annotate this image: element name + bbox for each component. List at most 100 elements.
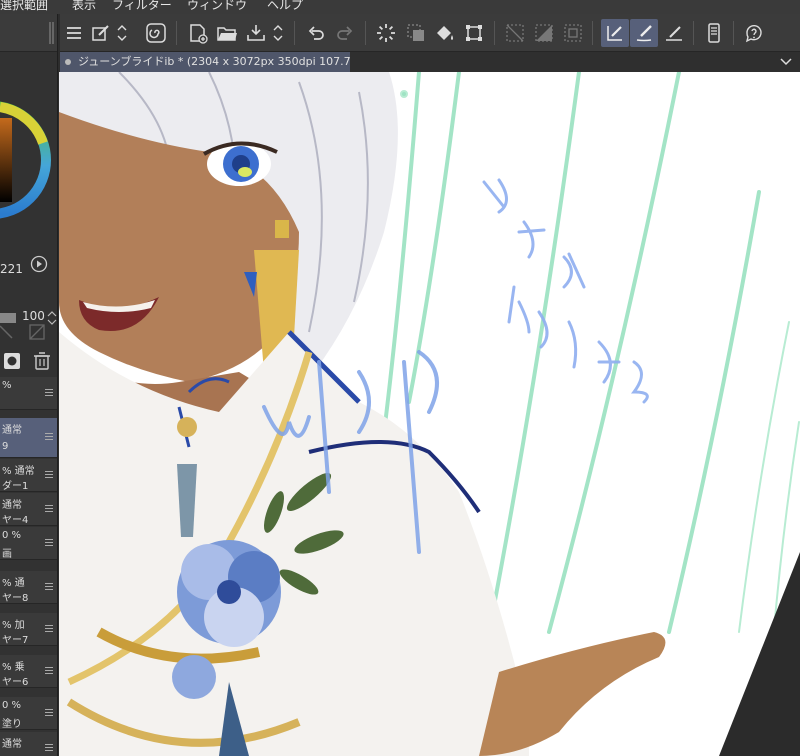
selection-button[interactable]	[559, 19, 587, 47]
menu-button[interactable]	[60, 19, 88, 47]
layer-item-selected[interactable]: 通常 9	[0, 418, 57, 458]
layer-tools	[0, 350, 57, 374]
brush-tool-icon	[636, 25, 652, 42]
artwork	[59, 72, 800, 756]
color-wheel[interactable]	[0, 76, 52, 244]
layer-menu-icon[interactable]	[45, 583, 53, 591]
layer-item[interactable]: 通常 ヤー4	[0, 493, 57, 526]
undo-icon	[308, 26, 324, 40]
layer-blend-label: 通常	[2, 425, 22, 436]
invert-selection-button[interactable]	[530, 19, 558, 47]
layer-blend-label: % 通	[2, 578, 25, 589]
new-file-button[interactable]	[184, 19, 212, 47]
loading-icon	[377, 24, 395, 42]
layer-item[interactable]: 0 % 画	[0, 527, 57, 560]
menu-selection[interactable]: 選択範囲	[0, 0, 48, 12]
play-icon[interactable]	[30, 255, 48, 273]
menu-view[interactable]: 表示	[72, 0, 96, 12]
layer-item[interactable]: % 通 ヤー8	[0, 571, 57, 604]
layer-name: ヤー6	[2, 677, 29, 688]
new-file-icon	[190, 24, 208, 44]
layer-item[interactable]: % 加 ヤー7	[0, 613, 57, 646]
stepper-button[interactable]	[270, 19, 286, 47]
layer-name: 塗り	[2, 719, 22, 730]
device-icon	[708, 23, 720, 43]
pen-tool-button[interactable]	[601, 19, 629, 47]
layer-menu-icon[interactable]	[45, 539, 53, 547]
layer-name: ヤー4	[2, 515, 29, 526]
document-tab-title: ジューンブライドib * (2304 x 3072px 350dpi 107.7…	[78, 55, 350, 68]
edit-icon	[92, 25, 109, 41]
spiral-icon	[146, 23, 166, 43]
panel-grip-icon[interactable]	[49, 22, 55, 44]
layer-menu-icon[interactable]	[45, 389, 53, 397]
left-panel: 221 100 % 通常 9 % 通常 ダー1 通常 ヤー4 0 % 画 % 通…	[0, 14, 58, 756]
menu-bar: 選択範囲 表示 フィルター ウィンドウ ヘルプ	[0, 0, 800, 14]
document-tab-bar: ジューンブライドib * (2304 x 3072px 350dpi 107.7…	[60, 52, 800, 72]
layer-menu-icon[interactable]	[45, 709, 53, 717]
layer-name: ヤー8	[2, 593, 29, 604]
layer-blend-label: 0 %	[2, 530, 22, 541]
layer-blend-label: %	[2, 380, 12, 391]
brush-tool-button[interactable]	[630, 19, 658, 47]
layer-item[interactable]: 通常	[0, 732, 57, 756]
document-tab[interactable]: ジューンブライドib * (2304 x 3072px 350dpi 107.7…	[60, 52, 350, 72]
layer-item[interactable]: 0 % 塗り	[0, 697, 57, 730]
spiral-button[interactable]	[142, 19, 170, 47]
ruler-pen-button[interactable]	[660, 19, 688, 47]
layer-name: ダー1	[2, 481, 29, 492]
stepper-icon	[117, 25, 127, 41]
menu-window[interactable]: ウィンドウ	[187, 0, 247, 12]
device-button[interactable]	[700, 19, 728, 47]
pen-tool-icon	[607, 26, 622, 41]
close-dot-icon[interactable]	[65, 59, 71, 65]
command-bar	[60, 14, 800, 52]
layer-options-icons[interactable]	[0, 322, 58, 342]
layer-item[interactable]: % 通常 ダー1	[0, 459, 57, 492]
mask-icon[interactable]	[3, 352, 21, 370]
layer-blend-label: 通常	[2, 739, 22, 750]
stepper-icon	[273, 25, 283, 41]
selection-icon	[564, 24, 582, 42]
fill-button[interactable]	[431, 19, 459, 47]
export-icon	[247, 25, 265, 41]
transform-button[interactable]	[402, 19, 430, 47]
ruler-pen-icon	[666, 26, 682, 41]
layer-menu-icon[interactable]	[45, 625, 53, 633]
edit-button[interactable]	[87, 19, 115, 47]
help-button[interactable]	[740, 19, 768, 47]
crop-icon	[466, 25, 482, 41]
clear-selection-icon	[506, 24, 524, 42]
layer-blend-label: % 乗	[2, 662, 25, 673]
drawing-canvas[interactable]	[59, 72, 800, 756]
export-button[interactable]	[242, 19, 270, 47]
undo-button[interactable]	[302, 19, 330, 47]
layer-blend-label: % 加	[2, 620, 25, 631]
layer-item[interactable]: %	[0, 377, 57, 410]
menu-filter[interactable]: フィルター	[112, 0, 172, 12]
chevron-down-icon[interactable]	[780, 57, 792, 67]
layer-blend-label: % 通常	[2, 466, 35, 477]
redo-icon	[337, 26, 353, 40]
loading-button[interactable]	[372, 19, 400, 47]
stepper-button[interactable]	[114, 19, 130, 47]
layer-menu-icon[interactable]	[45, 471, 53, 479]
layer-blend-label: 0 %	[2, 700, 22, 711]
layer-blend-label: 通常	[2, 500, 22, 511]
crop-button[interactable]	[460, 19, 488, 47]
open-button[interactable]	[213, 19, 241, 47]
trash-icon[interactable]	[34, 352, 50, 370]
menu-icon	[67, 27, 81, 39]
clear-selection-button[interactable]	[501, 19, 529, 47]
layer-menu-icon[interactable]	[45, 433, 53, 441]
left-panel-toolbar	[0, 14, 57, 52]
layer-item[interactable]: % 乗 ヤー6	[0, 655, 57, 688]
redo-button[interactable]	[331, 19, 359, 47]
layer-menu-icon[interactable]	[45, 744, 53, 752]
color-value: 221	[0, 262, 23, 276]
layer-menu-icon[interactable]	[45, 505, 53, 513]
layer-menu-icon[interactable]	[45, 667, 53, 675]
layer-name: 9	[2, 441, 9, 452]
menu-help[interactable]: ヘルプ	[267, 0, 303, 12]
transform-icon	[407, 24, 424, 41]
